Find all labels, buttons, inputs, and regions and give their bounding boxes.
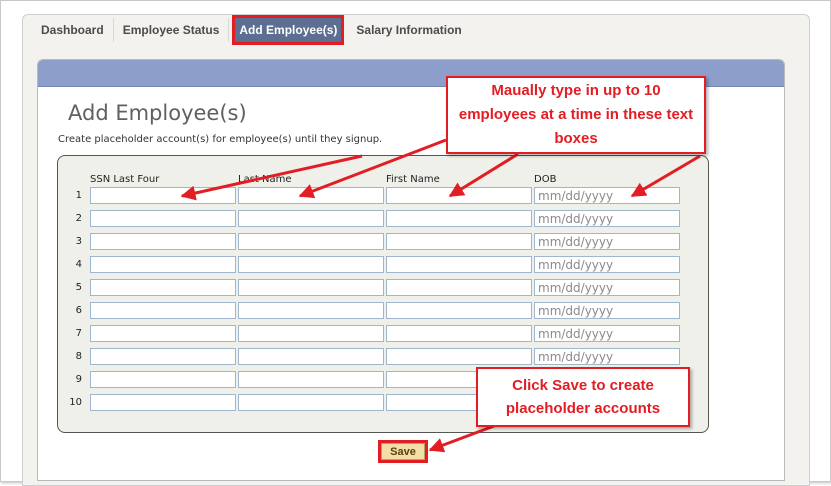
last-name-input[interactable] [238,233,384,250]
dob-input[interactable] [534,233,680,250]
callout-save-hint: Click Save to create placeholder account… [476,367,690,427]
row-number: 4 [75,259,82,270]
last-name-input[interactable] [238,394,384,411]
dob-input[interactable] [534,256,680,273]
column-header-ssn: SSN Last Four [90,174,160,185]
last-name-input[interactable] [238,325,384,342]
dob-input[interactable] [534,348,680,365]
last-name-input[interactable] [238,302,384,319]
last-name-input[interactable] [238,348,384,365]
tab-employee-status[interactable]: Employee Status [114,18,230,42]
ssn-last-four-input[interactable] [90,394,236,411]
tab-bar: Dashboard Employee Status Add Employee(s… [32,15,471,45]
dob-input[interactable] [534,325,680,342]
first-name-input[interactable] [386,325,532,342]
ssn-last-four-input[interactable] [90,371,236,388]
tab-dashboard[interactable]: Dashboard [32,18,114,42]
first-name-input[interactable] [386,233,532,250]
page-title: Add Employee(s) [68,101,247,125]
first-name-input[interactable] [386,210,532,227]
column-header-first-name: First Name [386,174,440,185]
last-name-input[interactable] [238,210,384,227]
first-name-input[interactable] [386,279,532,296]
ssn-last-four-input[interactable] [90,210,236,227]
row-number: 8 [75,351,82,362]
ssn-last-four-input[interactable] [90,325,236,342]
tab-salary-information[interactable]: Salary Information [347,18,470,42]
ssn-last-four-input[interactable] [90,256,236,273]
row-number: 9 [75,374,82,385]
tab-add-employees[interactable]: Add Employee(s) [232,15,345,45]
first-name-input[interactable] [386,256,532,273]
row-number: 2 [75,213,82,224]
page-subtitle: Create placeholder account(s) for employ… [58,134,383,145]
ssn-last-four-input[interactable] [90,348,236,365]
column-header-dob: DOB [534,174,557,185]
dob-input[interactable] [534,279,680,296]
last-name-input[interactable] [238,279,384,296]
last-name-input[interactable] [238,256,384,273]
dob-input[interactable] [534,302,680,319]
ssn-last-four-input[interactable] [90,302,236,319]
dob-input[interactable] [534,187,680,204]
column-header-last-name: Last Name [238,174,292,185]
row-number: 7 [75,328,82,339]
first-name-input[interactable] [386,187,532,204]
row-number: 1 [75,190,82,201]
dob-input[interactable] [534,210,680,227]
ssn-last-four-input[interactable] [90,279,236,296]
save-button[interactable]: Save [378,440,428,463]
callout-type-hint: Maually type in up to 10 employees at a … [446,76,706,154]
row-number: 3 [75,236,82,247]
ssn-last-four-input[interactable] [90,233,236,250]
first-name-input[interactable] [386,302,532,319]
row-number: 10 [69,397,82,408]
row-number: 5 [75,282,82,293]
first-name-input[interactable] [386,348,532,365]
last-name-input[interactable] [238,371,384,388]
last-name-input[interactable] [238,187,384,204]
row-number: 6 [75,305,82,316]
ssn-last-four-input[interactable] [90,187,236,204]
